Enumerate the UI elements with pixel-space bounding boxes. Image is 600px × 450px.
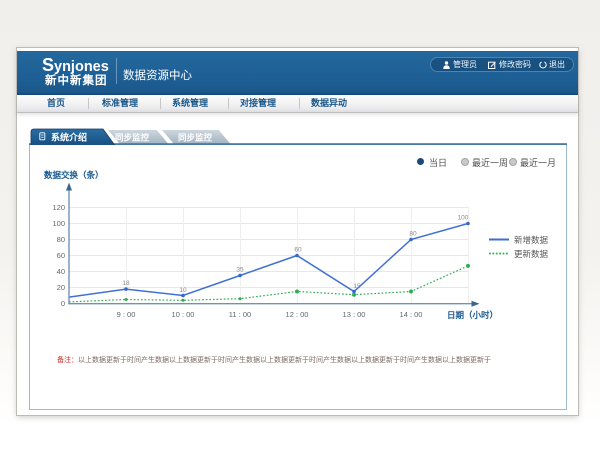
- svg-text:18: 18: [122, 280, 130, 287]
- svg-text:120: 120: [52, 203, 65, 212]
- svg-text:60: 60: [57, 251, 65, 260]
- svg-text:系统介绍: 系统介绍: [51, 131, 87, 142]
- svg-text:100: 100: [52, 219, 65, 228]
- svg-text:14 : 00: 14 : 00: [400, 310, 423, 319]
- svg-text:60: 60: [294, 247, 302, 254]
- svg-text:10: 10: [179, 287, 187, 294]
- svg-text:9 : 00: 9 : 00: [117, 310, 136, 319]
- svg-text:80: 80: [409, 231, 417, 238]
- svg-text:10 : 00: 10 : 00: [172, 310, 195, 319]
- svg-text:15: 15: [353, 283, 361, 290]
- svg-text:13 : 00: 13 : 00: [343, 310, 366, 319]
- svg-text:11 : 00: 11 : 00: [229, 310, 251, 319]
- svg-text:20: 20: [57, 283, 65, 292]
- svg-text:12 : 00: 12 : 00: [286, 310, 309, 319]
- svg-text:35: 35: [236, 267, 244, 274]
- svg-text:40: 40: [57, 267, 65, 276]
- svg-text:同步监控: 同步监控: [178, 132, 213, 142]
- svg-text:80: 80: [57, 235, 65, 244]
- svg-text:0: 0: [61, 299, 65, 308]
- svg-text:100: 100: [458, 215, 469, 222]
- svg-text:同步监控: 同步监控: [115, 132, 150, 142]
